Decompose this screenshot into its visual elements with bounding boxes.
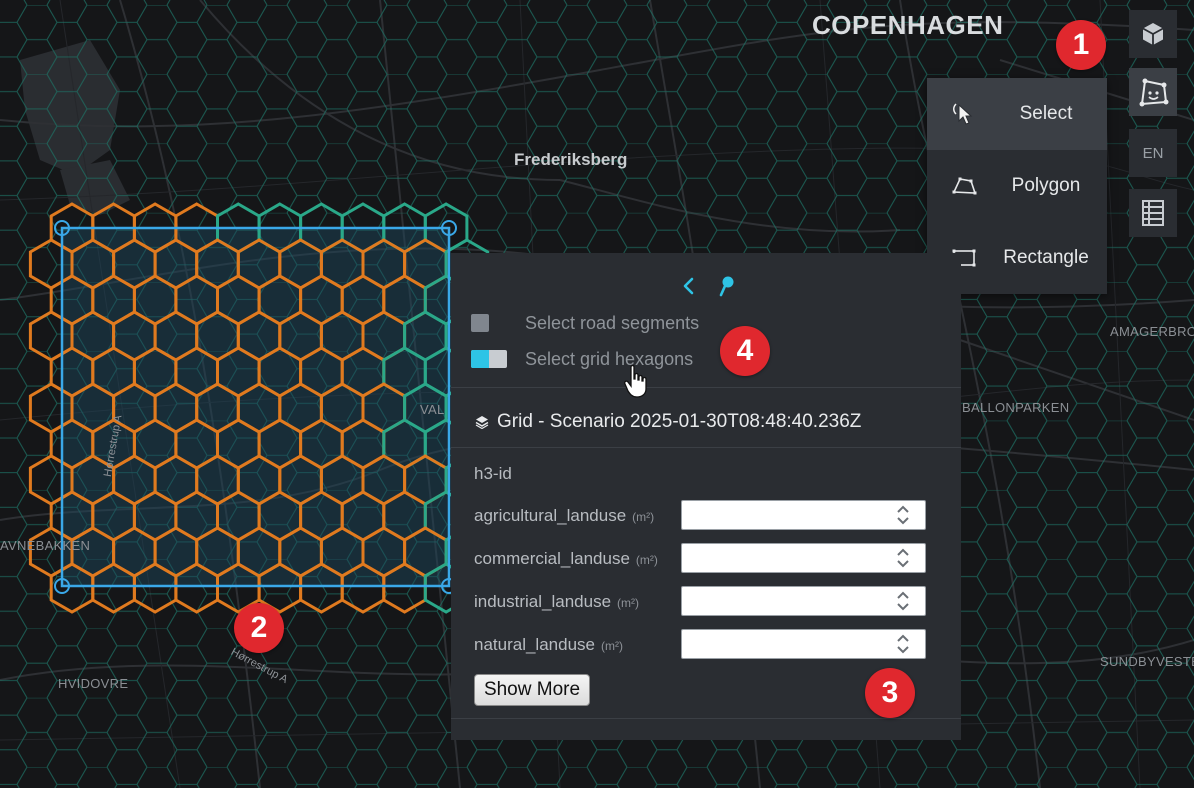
stepper-icon[interactable] xyxy=(892,589,914,613)
road-segments-toggle[interactable] xyxy=(471,314,489,332)
map-label-vigerslev: AVNEBAKKEN xyxy=(0,538,91,553)
layers-icon xyxy=(475,416,489,429)
unit-label: (m²) xyxy=(600,639,623,653)
unit-label: (m²) xyxy=(617,596,640,610)
map-label-copenhagen: COPENHAGEN xyxy=(812,10,1004,40)
grid-hexagons-label: Select grid hexagons xyxy=(525,348,694,369)
annotation-badge: 3 xyxy=(865,668,915,718)
map-label-amagerbro: AMAGERBRO xyxy=(1110,324,1194,339)
grid-layer-title-text: Grid - Scenario 2025-01-30T08:48:40.236Z xyxy=(497,411,862,432)
map-label-hvidovre: HVIDOVRE xyxy=(58,676,129,691)
commercial-landuse-input[interactable] xyxy=(681,543,926,573)
commercial-landuse-row: commercial_landuse (m²) xyxy=(474,543,934,575)
grid-hexagons-option[interactable]: Select grid hexagons xyxy=(471,347,693,371)
draw-mode-polygon[interactable]: Polygon xyxy=(927,150,1107,222)
polygon-select-icon xyxy=(1139,78,1169,107)
polygon-icon xyxy=(952,177,977,195)
agricultural-landuse-input[interactable] xyxy=(681,500,926,530)
cube-icon xyxy=(1142,23,1164,45)
draw-mode-label: Select xyxy=(1019,103,1073,124)
draw-mode-select[interactable]: Select xyxy=(927,78,1107,150)
map-label-frederiksberg: Frederiksberg xyxy=(514,150,628,169)
field-label: commercial_landuse xyxy=(474,549,630,568)
3d-view-button[interactable] xyxy=(1129,10,1177,58)
pin-icon[interactable] xyxy=(717,275,737,297)
table-icon xyxy=(1142,200,1164,226)
grid-layer-title: Grid - Scenario 2025-01-30T08:48:40.236Z xyxy=(475,411,861,433)
map-label-ballonparken: BALLONPARKEN xyxy=(962,400,1070,415)
agricultural-landuse-row: agricultural_landuse (m²) xyxy=(474,500,934,532)
divider xyxy=(451,718,961,719)
industrial-landuse-row: industrial_landuse (m²) xyxy=(474,586,934,618)
h3-id-label: h3-id xyxy=(474,464,512,483)
road-segments-label: Select road segments xyxy=(525,312,700,333)
map-label-valby: VAL xyxy=(420,402,445,417)
hand-cursor-icon xyxy=(624,364,647,398)
unit-label: (m²) xyxy=(632,510,655,524)
grid-hexagons-toggle[interactable] xyxy=(471,350,507,368)
stepper-icon[interactable] xyxy=(892,546,914,570)
field-label: industrial_landuse xyxy=(474,592,612,611)
divider xyxy=(451,447,961,448)
stepper-icon[interactable] xyxy=(892,632,914,656)
annotation-badge: 1 xyxy=(1056,20,1106,70)
draw-mode-label: Polygon xyxy=(1011,175,1081,196)
annotation-badge: 2 xyxy=(234,603,284,653)
language-button[interactable]: EN xyxy=(1129,129,1177,177)
map-label-sundbyvester: SUNDBYVESTE xyxy=(1100,654,1194,669)
panel-header xyxy=(451,273,961,299)
industrial-landuse-input[interactable] xyxy=(681,586,926,616)
annotation-badge: 4 xyxy=(720,326,770,376)
stepper-icon[interactable] xyxy=(892,503,914,527)
selection-panel: Select road segments Select grid hexagon… xyxy=(451,253,961,740)
road-segments-option[interactable]: Select road segments xyxy=(471,311,699,335)
field-label: natural_landuse xyxy=(474,635,595,654)
draw-tools-button[interactable] xyxy=(1129,68,1177,116)
draw-mode-label: Rectangle xyxy=(1003,247,1089,268)
show-more-button[interactable]: Show More xyxy=(474,674,590,706)
field-label: agricultural_landuse xyxy=(474,506,627,525)
divider xyxy=(451,387,961,388)
chevron-left-icon[interactable] xyxy=(679,275,699,297)
natural-landuse-input[interactable] xyxy=(681,629,926,659)
table-view-button[interactable] xyxy=(1129,189,1177,237)
unit-label: (m²) xyxy=(635,553,658,567)
cursor-icon xyxy=(953,103,973,125)
natural-landuse-row: natural_landuse (m²) xyxy=(474,629,934,661)
